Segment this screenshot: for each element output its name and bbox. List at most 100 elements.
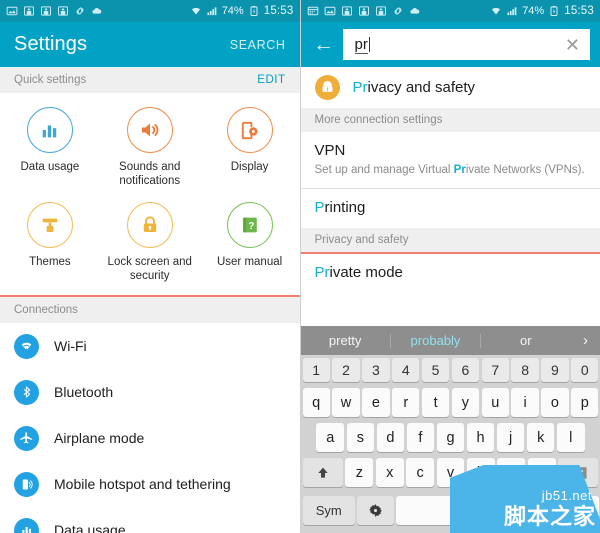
key-e[interactable]: e [362,388,390,417]
quick-setting-label: Data usage [20,161,80,173]
search-button[interactable]: SEARCH [230,38,286,52]
result-group-header: More connection settings [300,108,600,132]
list-item-label: Mobile hotspot and tethering [54,476,231,492]
key-t[interactable]: t [421,388,450,417]
clock: 15:53 [263,5,294,17]
key-6[interactable]: 6 [451,358,480,382]
edit-button[interactable]: EDIT [257,74,285,86]
suggestion-pretty[interactable]: pretty [301,333,390,348]
key-a[interactable]: a [316,423,345,452]
battery-charging-icon [550,5,558,16]
key-7[interactable]: 7 [481,358,509,382]
list-item-wifi[interactable]: Wi-Fi [0,323,300,369]
keyboard-row-numbers: 1 2 3 4 5 6 7 8 9 0 [301,355,600,385]
chevron-right-icon[interactable]: › [570,332,600,349]
key-5[interactable]: 5 [421,358,450,382]
list-item-label: Data usage [54,522,126,533]
key-1[interactable]: 1 [302,358,330,382]
key-z[interactable]: z [345,458,374,487]
space-key[interactable]: English(U [396,496,599,525]
key-v[interactable]: v [436,458,465,487]
key-3[interactable]: 3 [362,358,390,382]
key-m[interactable]: m [527,458,556,487]
title-pre: VPN [314,142,346,159]
key-w[interactable]: w [332,388,360,417]
backspace-icon[interactable] [558,458,599,487]
list-item-mobile-hotspot-and-tethering[interactable]: Mobile hotspot and tethering [0,461,300,507]
key-b[interactable]: b [466,458,495,487]
quick-setting-data-usage[interactable]: Data usage [0,101,100,196]
list-item-bluetooth[interactable]: Bluetooth [0,369,300,415]
status-bar-system-icons: 74% 15:53 [190,5,294,17]
save-icon [41,6,51,16]
key-q[interactable]: q [302,388,330,417]
save-icon [341,6,352,16]
close-icon[interactable]: ✕ [563,36,582,54]
key-0[interactable]: 0 [571,358,599,382]
key-k[interactable]: k [526,423,555,452]
gear-icon[interactable] [357,496,394,525]
search-input[interactable]: pr ✕ [342,29,590,60]
key-u[interactable]: u [481,388,509,417]
suggestion-probably[interactable]: probably [391,333,480,348]
key-4[interactable]: 4 [392,358,420,382]
save-icon [375,6,386,16]
quick-setting-themes[interactable]: Themes [0,196,100,291]
quick-setting-label: Sounds and notifications [119,161,181,187]
key-l[interactable]: l [556,423,585,452]
link-icon [394,7,401,15]
help-book-icon: ? [226,202,273,248]
quick-settings-grid: Data usage Sounds and notifications Disp… [0,93,300,295]
key-j[interactable]: j [496,423,525,452]
key-s[interactable]: s [346,423,375,452]
result-item-private-mode[interactable]: Private mode [301,254,600,293]
list-item-data-usage[interactable]: Data usage [0,507,300,533]
suggestion-or[interactable]: or [481,333,570,348]
key-d[interactable]: d [376,423,405,452]
lock-icon [126,202,173,248]
result-item-title: Private mode [315,263,587,283]
key-f[interactable]: f [406,423,435,452]
bar-chart-icon [26,107,73,153]
hotspot-icon [14,471,39,497]
title-highlight: Pr [314,264,330,281]
back-arrow-icon[interactable]: ← [309,30,339,60]
save-icon [24,6,34,16]
key-h[interactable]: h [466,423,495,452]
quick-setting-user-manual[interactable]: ? User manual [200,196,300,291]
key-o[interactable]: o [541,388,569,417]
battery-percent: 74% [522,5,545,17]
result-item-title: VPN [315,141,587,161]
display-settings-icon [226,107,273,153]
key-i[interactable]: i [511,388,539,417]
result-group-header: Privacy and safety [300,228,600,252]
result-privacy-and-safety[interactable]: Privacy and safety [301,67,600,108]
list-item-airplane-mode[interactable]: Airplane mode [0,415,300,461]
privacy-shield-icon [314,75,340,100]
quick-setting-sounds-and-notifications[interactable]: Sounds and notifications [100,101,200,196]
key-g[interactable]: g [436,423,465,452]
search-results: Privacy and safety More connection setti… [300,67,600,293]
key-p[interactable]: p [571,388,599,417]
key-n[interactable]: n [497,458,526,487]
shift-up-icon[interactable] [302,458,343,487]
quick-setting-lock-screen-and-security[interactable]: Lock screen and security [100,196,200,291]
key-c[interactable]: c [406,458,435,487]
sym-key[interactable]: Sym [302,496,355,525]
key-y[interactable]: y [451,388,480,417]
quick-settings-header: Quick settings EDIT [0,67,300,93]
key-2[interactable]: 2 [332,358,360,382]
result-item-printing[interactable]: Printing [301,189,600,228]
key-8[interactable]: 8 [511,358,539,382]
key-x[interactable]: x [375,458,404,487]
status-bar-right: 74% 15:53 [300,0,600,22]
key-r[interactable]: r [392,388,420,417]
key-9[interactable]: 9 [541,358,569,382]
save-icon [58,6,68,16]
quick-setting-display[interactable]: Display [200,101,300,196]
result-item-vpn[interactable]: VPN Set up and manage Virtual Private Ne… [301,132,600,188]
wifi-icon [14,333,39,359]
cloud-icon [409,8,419,14]
svg-text:?: ? [248,221,254,232]
search-panel: 74% 15:53 ← pr ✕ Privacy and safety More… [300,0,600,533]
